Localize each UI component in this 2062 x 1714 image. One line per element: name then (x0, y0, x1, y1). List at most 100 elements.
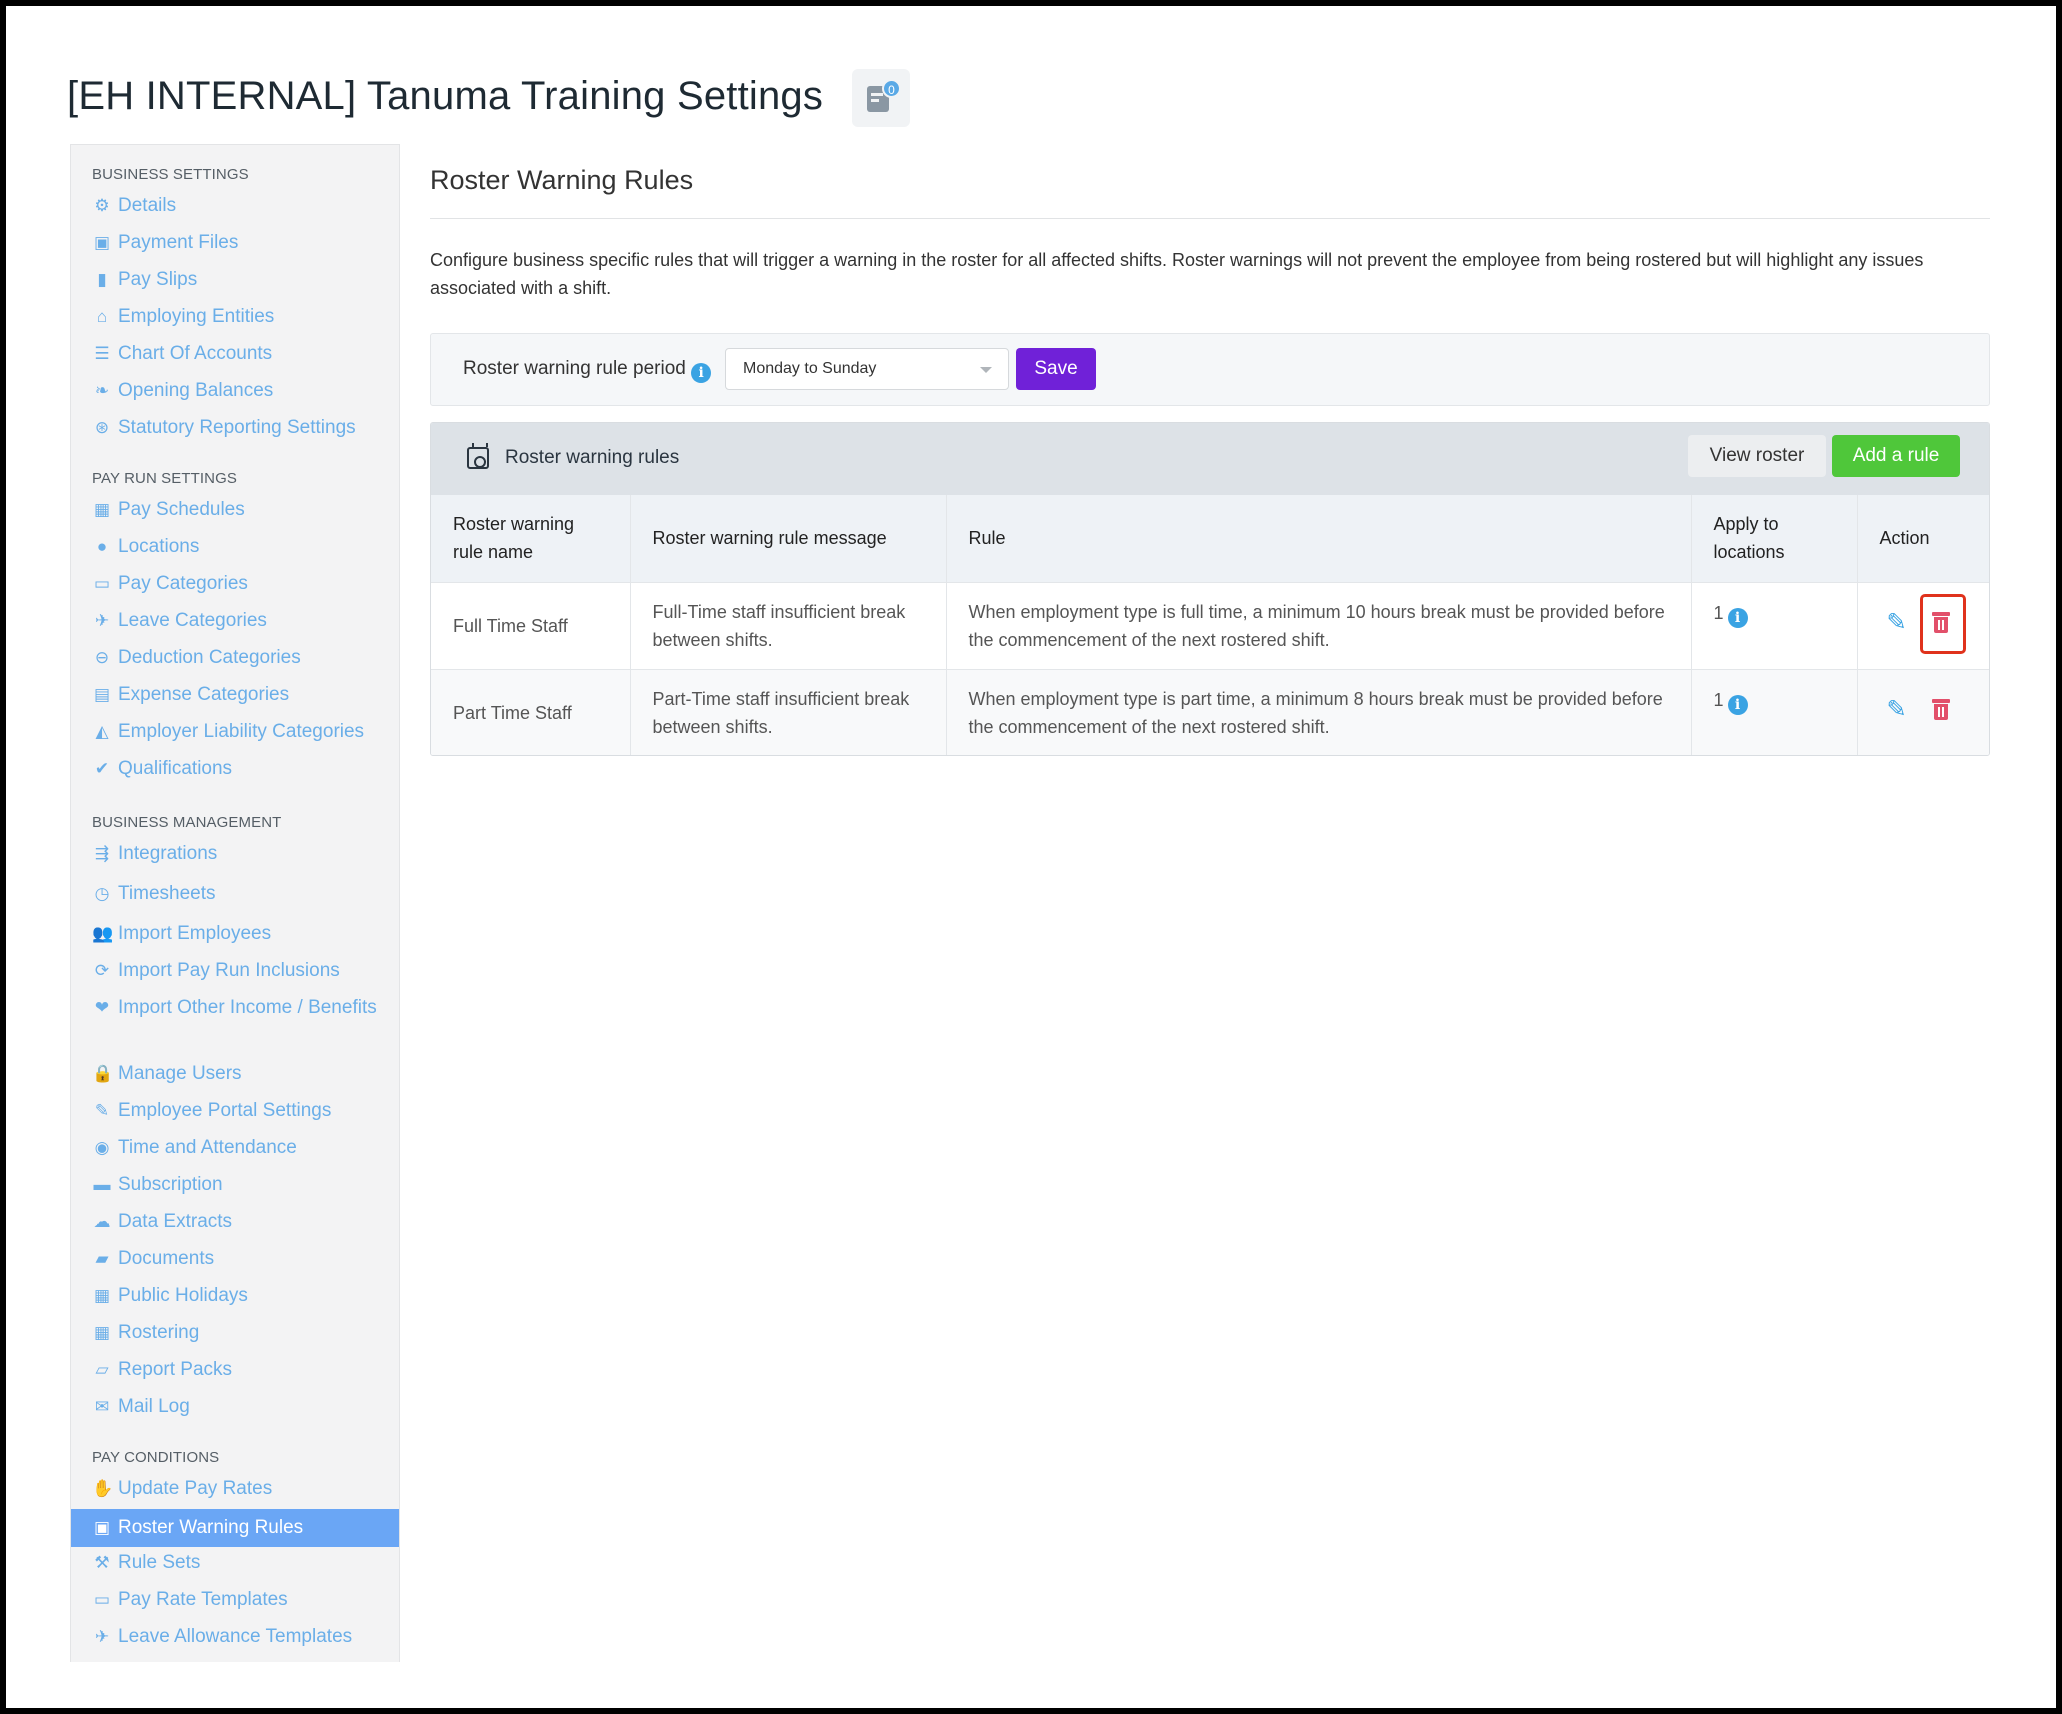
calendar-icon: ▦ (93, 500, 111, 519)
section-title: Roster Warning Rules (430, 165, 694, 195)
sidebar-item-subscription[interactable]: ▬ Subscription (92, 1170, 223, 1199)
rule-message-cell: Part-Time staff insufficient break betwe… (630, 668, 947, 755)
sidebar-item-update-pay-rates[interactable]: ✋ Update Pay Rates (92, 1474, 272, 1503)
sidebar-item-rule-sets[interactable]: ⚒ Rule Sets (92, 1548, 200, 1577)
envelope-icon: ✉ (94, 1397, 110, 1416)
info-icon[interactable]: i (1727, 607, 1748, 628)
trash-icon[interactable] (1931, 698, 1950, 721)
refresh-icon: ⟳ (94, 961, 110, 980)
sidebar-item-payment-files[interactable]: ▣ Payment Files (92, 228, 238, 257)
floppy-icon: ▣ (93, 233, 111, 252)
user-circle-icon: ◉ (94, 1138, 110, 1157)
table-row: Full Time Staff Full-Time staff insuffic… (431, 581, 1989, 669)
sidebar-item-qualifications[interactable]: ✔ Qualifications (92, 754, 232, 783)
sidebar-item-statutory-reporting-settings[interactable]: ⊛ Statutory Reporting Settings (92, 413, 356, 442)
share-icon: ⇶ (94, 844, 110, 863)
action-cell: ✎ (1857, 668, 1989, 755)
info-icon[interactable]: i (691, 363, 712, 383)
sidebar-item-roster-warning-rules[interactable]: ▣ Roster Warning Rules (71, 1509, 399, 1547)
users-icon: 👥 (92, 924, 114, 943)
globe-icon: ● (96, 537, 108, 556)
edit-pencil-icon[interactable]: ✎ (1884, 609, 1910, 636)
sidebar-item-pay-categories[interactable]: ▭ Pay Categories (92, 569, 248, 598)
add-rule-button[interactable]: Add a rule (1832, 435, 1960, 477)
list-icon: ☰ (94, 344, 110, 363)
bank-icon: ⌂ (96, 307, 108, 326)
sidebar-item-details[interactable]: ⚙ Details (92, 191, 176, 220)
check-icon: ✔ (94, 759, 110, 778)
sidebar-item-report-packs[interactable]: ▱ Report Packs (92, 1355, 232, 1384)
edit-pencil-icon[interactable]: ✎ (1884, 696, 1910, 723)
info-icon[interactable]: i (1727, 694, 1748, 715)
sidebar-item-locations[interactable]: ● Locations (92, 532, 199, 561)
sidebar-item-pay-slips[interactable]: ▮ Pay Slips (92, 265, 197, 294)
gear-icon: ⚙ (94, 196, 110, 215)
page-title: [EH INTERNAL] Tanuma Training Settings (67, 74, 824, 118)
sidebar-item-timesheets[interactable]: ◷ Timesheets (92, 879, 216, 908)
sidebar-item-import-pay-run-inclusions[interactable]: ⟳ Import Pay Run Inclusions (92, 956, 340, 985)
money-icon: ▭ (93, 574, 111, 593)
sidebar-item-import-other-income-benefits[interactable]: ❤ Import Other Income / Benefits (92, 993, 392, 1022)
money-icon: ▭ (93, 1590, 111, 1609)
sidebar-item-time-and-attendance[interactable]: ◉ Time and Attendance (92, 1133, 297, 1162)
area-chart-icon: ◭ (95, 722, 109, 741)
gavel-icon: ⚒ (94, 1553, 110, 1572)
sidebar-item-expense-categories[interactable]: ▤ Expense Categories (92, 680, 289, 709)
app-window: [EH INTERNAL] Tanuma Training Settings 0… (6, 6, 2056, 1708)
sidebar-item-integrations[interactable]: ⇶ Integrations (92, 839, 217, 868)
rules-table: Roster warning rule name Roster warning … (431, 495, 1989, 755)
plane-icon: ✈ (94, 611, 110, 630)
minus-circle-icon: ⊖ (94, 648, 110, 667)
sidebar-item-rostering[interactable]: ▦ Rostering (92, 1318, 199, 1347)
column-header-locations: Apply to locations (1691, 495, 1858, 582)
sidebar-item-pay-rate-templates[interactable]: ▭ Pay Rate Templates (92, 1585, 288, 1614)
clock-icon: ◷ (94, 884, 110, 903)
rule-name-cell: Part Time Staff (431, 668, 631, 755)
sidebar-item-manage-users[interactable]: 🔒 Manage Users (92, 1059, 242, 1088)
archive-icon: ▤ (93, 685, 111, 704)
period-form: Roster warning rule period i Monday to S… (430, 333, 1990, 406)
lock-icon: 🔒 (92, 1064, 114, 1083)
table-header-row: Roster warning rule name Roster warning … (431, 495, 1989, 582)
sidebar-item-leave-categories[interactable]: ✈ Leave Categories (92, 606, 267, 635)
rules-panel: Roster warning rules View roster Add a r… (430, 422, 1990, 756)
sidebar-item-leave-allowance-templates[interactable]: ✈ Leave Allowance Templates (92, 1622, 352, 1651)
sidebar-item-employer-liability-categories[interactable]: ◭ Employer Liability Categories (92, 717, 364, 746)
credit-card-icon: ▬ (93, 1175, 111, 1194)
sidebar-item-opening-balances[interactable]: ❧ Opening Balances (92, 376, 273, 405)
locations-cell: 1i (1691, 581, 1858, 669)
column-header-name: Roster warning rule name (431, 495, 631, 582)
lifebuoy-icon: ⊛ (94, 418, 110, 437)
settings-sidebar: BUSINESS SETTINGS ⚙ Details ▣ Payment File… (70, 144, 400, 1662)
notes-button[interactable]: 0 (852, 69, 910, 127)
sidebar-item-import-employees[interactable]: 👥 Import Employees (92, 919, 271, 948)
divider (430, 218, 1990, 219)
folder-icon: ▰ (95, 1249, 109, 1268)
sidebar-item-employing-entities[interactable]: ⌂ Employing Entities (92, 302, 274, 331)
view-roster-button[interactable]: View roster (1688, 435, 1826, 477)
sidebar-item-pay-schedules[interactable]: ▦ Pay Schedules (92, 495, 245, 524)
period-select[interactable]: Monday to Sunday (725, 348, 1009, 390)
section-description: Configure business specific rules that w… (430, 250, 1924, 298)
action-cell: ✎ (1857, 581, 1989, 669)
rule-name-cell: Full Time Staff (431, 581, 631, 669)
sidebar-item-deduction-categories[interactable]: ⊖ Deduction Categories (92, 643, 301, 672)
rule-description-cell: When employment type is part time, a min… (946, 668, 1692, 755)
save-button[interactable]: Save (1016, 348, 1096, 390)
rule-description-cell: When employment type is full time, a min… (946, 581, 1692, 669)
calendar-clock-icon (467, 443, 489, 469)
period-label: Roster warning rule period i (463, 358, 712, 383)
rules-panel-title: Roster warning rules (467, 443, 679, 469)
column-header-rule: Rule (946, 495, 1692, 582)
sidebar-item-public-holidays[interactable]: ▦ Public Holidays (92, 1281, 248, 1310)
sidebar-item-employee-portal-settings[interactable]: ✎ Employee Portal Settings (92, 1096, 331, 1125)
sidebar-item-documents[interactable]: ▰ Documents (92, 1244, 214, 1273)
calendar-icon: ▦ (93, 1286, 111, 1305)
notes-count-badge: 0 (882, 79, 901, 98)
sidebar-item-chart-of-accounts[interactable]: ☰ Chart Of Accounts (92, 339, 272, 368)
sidebar-item-mail-log[interactable]: ✉ Mail Log (92, 1392, 190, 1421)
column-header-action: Action (1857, 495, 1989, 582)
chevron-down-icon (980, 367, 992, 373)
highlight-box (1919, 593, 1966, 654)
sidebar-item-data-extracts[interactable]: ☁ Data Extracts (92, 1207, 233, 1236)
